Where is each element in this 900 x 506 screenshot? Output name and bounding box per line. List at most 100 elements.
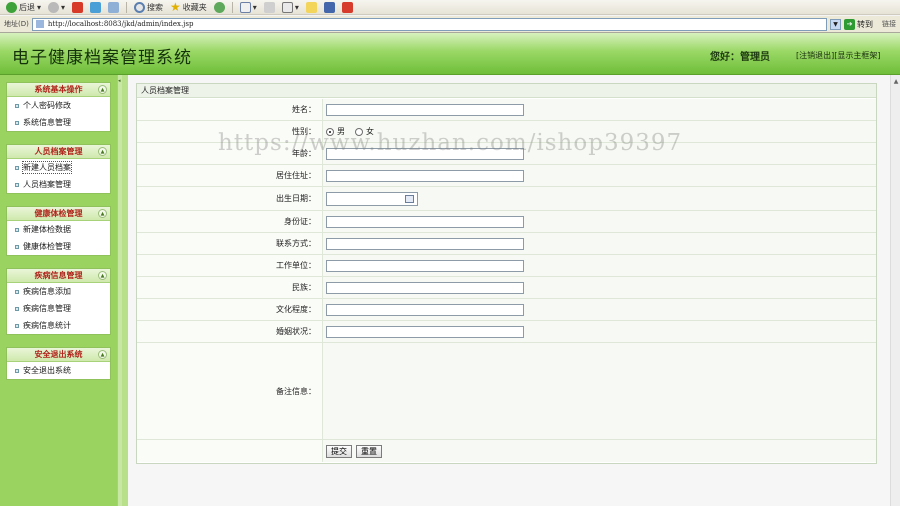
bullet-icon bbox=[15, 306, 19, 311]
bullet-icon bbox=[15, 368, 19, 373]
calendar-icon[interactable] bbox=[405, 194, 414, 203]
birthdate-input[interactable] bbox=[326, 191, 418, 206]
toolbar-separator bbox=[126, 1, 128, 13]
forward-button[interactable]: ▾ bbox=[46, 1, 67, 14]
sidebar-group-system: 系统基本操作 ▲ 个人密码修改 系统信息管理 bbox=[6, 82, 111, 132]
search-button[interactable]: 搜索 bbox=[132, 1, 165, 14]
frame-splitter[interactable]: ◂ bbox=[117, 75, 122, 506]
field-label: 联系方式： bbox=[137, 233, 323, 254]
gender-female-option[interactable]: 女 bbox=[355, 126, 374, 137]
form-row-work-unit: 工作单位： bbox=[137, 255, 876, 277]
remarks-editor[interactable] bbox=[323, 343, 876, 439]
form-row-gender: 性别： 男 女 bbox=[137, 121, 876, 143]
bullet-icon bbox=[15, 165, 19, 170]
sidebar-item-add-disease[interactable]: 疾病信息添加 bbox=[7, 283, 110, 300]
form-row-birthdate: 出生日期： bbox=[137, 187, 876, 211]
printer-icon bbox=[263, 1, 275, 13]
page-title: 电子健康档案管理系统 bbox=[12, 48, 192, 68]
sidebar-group-header[interactable]: 安全退出系统 ▲ bbox=[7, 348, 110, 362]
show-main-frame-link[interactable]: [显示主框架] bbox=[834, 50, 880, 61]
sidebar-item-checkup-management[interactable]: 健康体检管理 bbox=[7, 238, 110, 255]
address-input[interactable]: http://localhost:8083/jkd/admin/index.js… bbox=[31, 17, 827, 31]
sidebar: 系统基本操作 ▲ 个人密码修改 系统信息管理 人员档案管理 ▲ 新建人员档案 人… bbox=[0, 75, 128, 506]
sidebar-group-header[interactable]: 系统基本操作 ▲ bbox=[7, 83, 110, 97]
sidebar-item-safe-exit[interactable]: 安全退出系统 bbox=[7, 362, 110, 379]
id-card-input[interactable] bbox=[326, 215, 524, 228]
radio-female[interactable] bbox=[355, 127, 363, 136]
contact-input[interactable] bbox=[326, 237, 524, 250]
chevron-down-icon: ▼ bbox=[833, 20, 838, 28]
sidebar-item-change-password[interactable]: 个人密码修改 bbox=[7, 97, 110, 114]
work-unit-input[interactable] bbox=[326, 259, 524, 272]
back-button[interactable]: 后退 ▾ bbox=[4, 1, 43, 14]
search-icon bbox=[134, 1, 146, 13]
form-row-actions: 提交 重置 bbox=[137, 440, 876, 462]
folder-icon bbox=[305, 1, 317, 13]
mail-icon bbox=[239, 1, 251, 13]
bullet-icon bbox=[15, 182, 19, 187]
plugin-icon bbox=[341, 1, 353, 13]
form-row-name: 姓名： bbox=[137, 99, 876, 121]
page-icon bbox=[35, 20, 44, 28]
address-bar: 地址(D) http://localhost:8083/jkd/admin/in… bbox=[0, 16, 900, 33]
field-label: 民族： bbox=[137, 277, 323, 298]
marital-input[interactable] bbox=[326, 325, 524, 338]
field-label: 出生日期： bbox=[137, 187, 323, 210]
plugin-button[interactable] bbox=[340, 1, 355, 14]
field-label: 年龄： bbox=[137, 143, 323, 164]
education-input[interactable] bbox=[326, 303, 524, 316]
sidebar-item-archive-management[interactable]: 人员档案管理 bbox=[7, 176, 110, 193]
mail-button[interactable]: ▾ bbox=[238, 1, 259, 14]
collapse-icon[interactable]: ▲ bbox=[98, 271, 107, 280]
radio-male[interactable] bbox=[326, 127, 334, 136]
bullet-icon bbox=[15, 289, 19, 294]
discuss-button[interactable] bbox=[304, 1, 319, 14]
sidebar-group-header[interactable]: 健康体检管理 ▲ bbox=[7, 207, 110, 221]
go-button[interactable]: ➔ 转到 bbox=[844, 18, 873, 30]
gender-male-option[interactable]: 男 bbox=[326, 126, 345, 137]
sidebar-group-header[interactable]: 人员档案管理 ▲ bbox=[7, 145, 110, 159]
sidebar-item-disease-management[interactable]: 疾病信息管理 bbox=[7, 300, 110, 317]
scroll-up-icon[interactable]: ▲ bbox=[892, 78, 900, 86]
field-label: 工作单位： bbox=[137, 255, 323, 276]
messenger-button[interactable] bbox=[322, 1, 337, 14]
vertical-scrollbar[interactable]: ▲ bbox=[890, 75, 900, 506]
star-icon: ★ bbox=[170, 0, 181, 14]
address-dropdown[interactable]: ▼ bbox=[830, 18, 841, 30]
collapse-icon[interactable]: ▲ bbox=[98, 350, 107, 359]
collapse-icon[interactable]: ▲ bbox=[98, 209, 107, 218]
sidebar-item-system-info[interactable]: 系统信息管理 bbox=[7, 114, 110, 131]
reset-button[interactable]: 重置 bbox=[356, 444, 382, 458]
field-label: 身份证： bbox=[137, 211, 323, 232]
field-label: 文化程度： bbox=[137, 299, 323, 320]
sidebar-group-header[interactable]: 疾病信息管理 ▲ bbox=[7, 269, 110, 283]
links-label[interactable]: 链接 bbox=[882, 19, 896, 29]
stop-button[interactable] bbox=[70, 1, 85, 14]
favorites-button[interactable]: ★ 收藏夹 bbox=[168, 0, 209, 14]
home-button[interactable] bbox=[106, 1, 121, 14]
submit-button[interactable]: 提交 bbox=[326, 444, 352, 458]
print-button[interactable] bbox=[262, 1, 277, 14]
toolbar-separator bbox=[231, 1, 233, 13]
history-icon bbox=[213, 1, 225, 13]
edit-button[interactable]: ▾ bbox=[280, 1, 301, 14]
chevron-down-icon: ▾ bbox=[294, 2, 299, 12]
logout-link[interactable]: [注销退出] bbox=[796, 50, 834, 61]
ethnicity-input[interactable] bbox=[326, 281, 524, 294]
history-button[interactable] bbox=[212, 1, 227, 14]
app-header: 电子健康档案管理系统 您好：管理员 [注销退出] [显示主框架] bbox=[0, 33, 900, 75]
field-label: 居住住址： bbox=[137, 165, 323, 186]
field-label: 性别： bbox=[137, 121, 323, 142]
header-links: [注销退出] [显示主框架] bbox=[796, 50, 881, 61]
age-input[interactable] bbox=[326, 147, 524, 160]
collapse-icon[interactable]: ▲ bbox=[98, 85, 107, 94]
refresh-button[interactable] bbox=[88, 1, 103, 14]
collapse-icon[interactable]: ▲ bbox=[98, 147, 107, 156]
name-input[interactable] bbox=[326, 103, 524, 116]
sidebar-item-new-checkup[interactable]: 新建体检数据 bbox=[7, 221, 110, 238]
address-input[interactable] bbox=[326, 169, 524, 182]
sidebar-item-new-archive[interactable]: 新建人员档案 bbox=[7, 159, 110, 176]
panel-title: 人员档案管理 bbox=[137, 84, 876, 98]
sidebar-item-disease-statistics[interactable]: 疾病信息统计 bbox=[7, 317, 110, 334]
browser-toolbar: 后退 ▾ ▾ 搜索 ★ 收藏夹 ▾ ▾ bbox=[0, 0, 900, 15]
